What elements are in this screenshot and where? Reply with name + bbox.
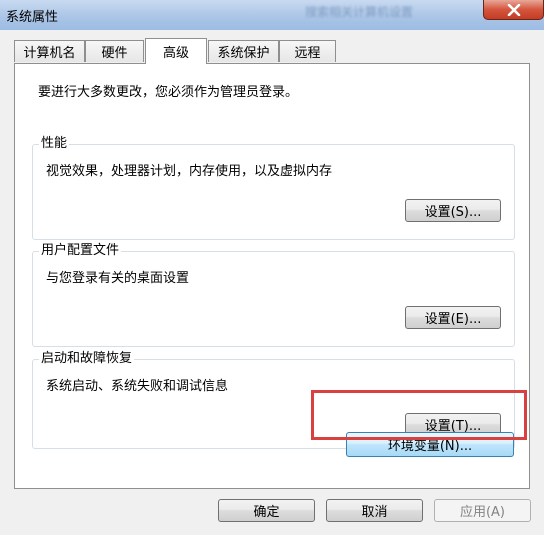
- performance-description: 视觉效果，处理器计划，内存使用，以及虚拟内存: [46, 164, 333, 179]
- tab-remote[interactable]: 远程: [279, 40, 336, 62]
- performance-settings-button[interactable]: 设置(S)...: [405, 199, 501, 222]
- user-profiles-group: 用户配置文件 与您登录有关的桌面设置 设置(E)...: [32, 243, 515, 347]
- cancel-button[interactable]: 取消: [326, 499, 423, 522]
- startup-recovery-title: 启动和故障恢复: [39, 351, 135, 367]
- title-bar: 系统属性 搜索相关计算机设置: [0, 0, 544, 30]
- tab-label: 远程: [294, 46, 321, 61]
- background-window-title: 搜索相关计算机设置: [305, 5, 414, 19]
- user-profiles-settings-button[interactable]: 设置(E)...: [405, 306, 501, 329]
- user-profiles-description: 与您登录有关的桌面设置: [46, 271, 190, 286]
- tab-label: 高级: [162, 46, 189, 61]
- tab-computer-name[interactable]: 计算机名: [14, 40, 85, 62]
- ok-button[interactable]: 确定: [218, 499, 315, 522]
- tab-hardware[interactable]: 硬件: [85, 40, 144, 62]
- user-profiles-title: 用户配置文件: [39, 243, 122, 259]
- admin-note: 要进行大多数更改，您必须作为管理员登录。: [38, 85, 299, 100]
- performance-title: 性能: [39, 136, 70, 152]
- tab-label: 系统保护: [217, 46, 270, 61]
- apply-button[interactable]: 应用(A): [434, 499, 531, 522]
- window-title: 系统属性: [6, 10, 59, 25]
- tab-advanced[interactable]: 高级: [145, 38, 207, 64]
- close-button[interactable]: [483, 0, 544, 20]
- tab-label: 计算机名: [23, 46, 76, 61]
- highlight-box: [311, 390, 527, 440]
- close-icon: [507, 3, 520, 16]
- startup-recovery-description: 系统启动、系统失败和调试信息: [46, 379, 229, 394]
- performance-group: 性能 视觉效果，处理器计划，内存使用，以及虚拟内存 设置(S)...: [32, 136, 515, 240]
- tab-system-protection[interactable]: 系统保护: [208, 40, 279, 62]
- dialog-body: 计算机名 硬件 高级 系统保护 远程 要进行大多数更改，您必须作为管理员登录。 …: [0, 30, 544, 535]
- tab-label: 硬件: [101, 46, 128, 61]
